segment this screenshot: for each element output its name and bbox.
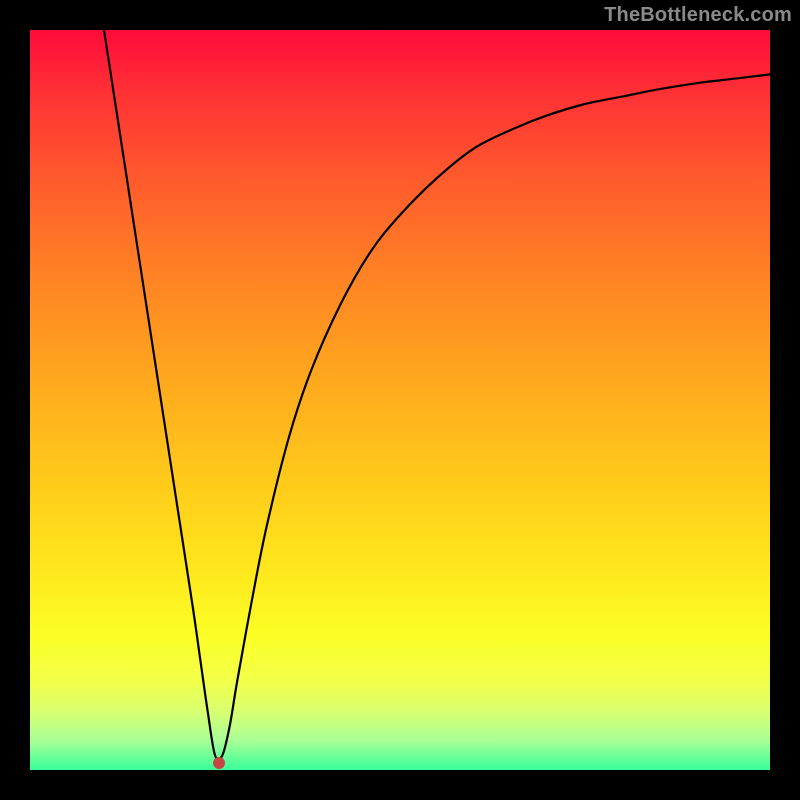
- bottleneck-curve: [30, 30, 770, 770]
- plot-area: [30, 30, 770, 770]
- watermark-text: TheBottleneck.com: [604, 4, 792, 27]
- chart-frame: TheBottleneck.com: [0, 0, 800, 800]
- optimum-marker: [213, 757, 225, 769]
